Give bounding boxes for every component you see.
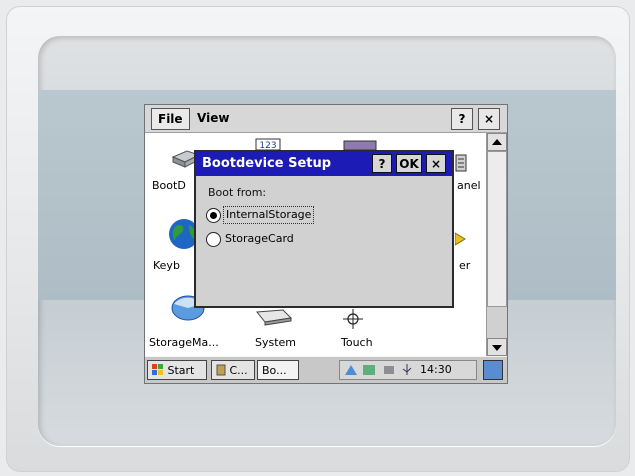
network-icon[interactable] (344, 363, 358, 377)
dialog-title-bar: Bootdevice Setup ? OK × (196, 152, 452, 176)
usb-icon[interactable] (400, 363, 414, 377)
close-button[interactable]: × (478, 108, 500, 130)
windows-logo-icon (152, 364, 163, 375)
power-label: er (459, 259, 471, 272)
dialog-close-button[interactable]: × (426, 154, 446, 173)
system-label: System (255, 336, 297, 349)
menu-file[interactable]: File (151, 108, 190, 130)
start-label: Start (167, 364, 195, 377)
clock[interactable]: 14:30 (420, 361, 452, 379)
panel-label: anel (457, 179, 481, 192)
task-bootdevice[interactable]: Bo... (257, 360, 299, 380)
crosshair-icon[interactable] (343, 309, 363, 333)
arrow-down-icon (492, 345, 502, 351)
vertical-scrollbar[interactable] (486, 133, 507, 356)
system-tray: 14:30 (339, 360, 477, 380)
task-bootdevice-label: Bo... (262, 364, 287, 377)
scroll-up-button[interactable] (487, 133, 507, 151)
panel-icon[interactable] (455, 147, 469, 179)
radio-storage-card-label: StorageCard (225, 232, 294, 245)
start-button[interactable]: Start (147, 360, 207, 380)
taskbar: Start C... Bo... 14:30 (145, 356, 507, 383)
radio-button[interactable] (206, 208, 221, 223)
bootdevice-setup-dialog: Bootdevice Setup ? OK × Boot from: Inter… (194, 150, 454, 308)
connection-icon[interactable] (362, 363, 376, 377)
arrow-up-icon (492, 139, 502, 145)
power-icon[interactable] (454, 231, 467, 251)
bootdevice-label: BootD (152, 179, 186, 192)
storage-manager-label: StorageMa... (149, 336, 219, 349)
scroll-down-button[interactable] (487, 338, 507, 356)
system-icon[interactable] (253, 308, 293, 330)
datetime-icon-text: 123 (259, 141, 276, 150)
radio-internal-storage-label: InternalStorage (223, 206, 315, 224)
radio-button[interactable] (206, 232, 221, 247)
touch-label: Touch (341, 336, 373, 349)
task-control-panel[interactable]: C... (211, 360, 255, 380)
input-icon[interactable] (382, 363, 396, 377)
dialog-title: Bootdevice Setup (202, 156, 332, 171)
keyboard-label: Keyb (153, 259, 180, 272)
menu-bar: File View ? × (145, 105, 507, 133)
radio-selected-dot (210, 212, 217, 219)
boot-from-label: Boot from: (208, 186, 267, 199)
dialog-help-button[interactable]: ? (372, 154, 392, 173)
show-desktop-button[interactable] (483, 360, 503, 380)
menu-view[interactable]: View (191, 108, 235, 128)
control-panel-icon (216, 364, 226, 376)
dialog-ok-button[interactable]: OK (396, 154, 422, 173)
help-button[interactable]: ? (451, 108, 473, 130)
scroll-thumb[interactable] (487, 151, 507, 307)
task-control-panel-label: C... (229, 364, 248, 377)
